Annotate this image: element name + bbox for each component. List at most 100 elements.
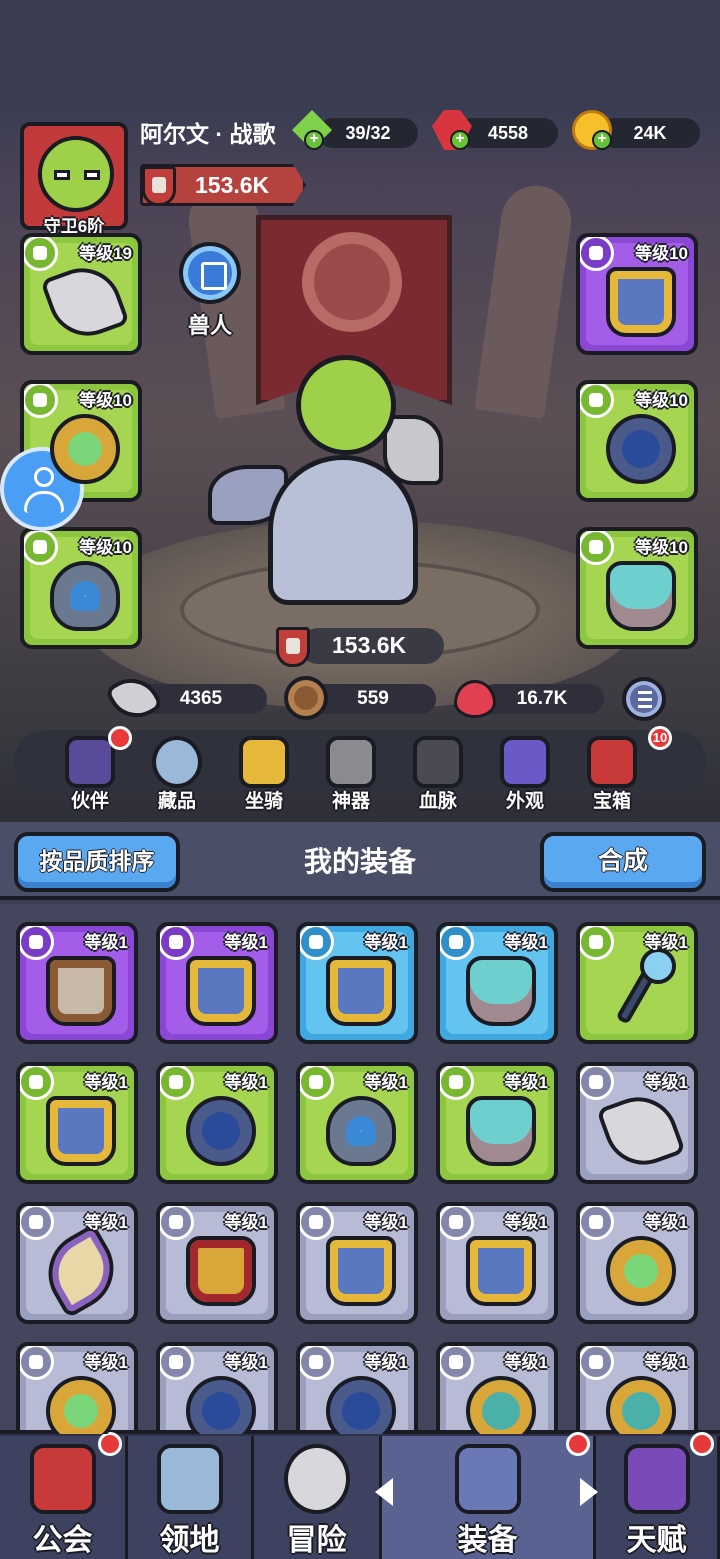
inventory-item[interactable]: 等级1 (16, 922, 138, 1044)
companion-icon (65, 736, 115, 788)
nav-tab-helmet[interactable]: 装备 (382, 1436, 596, 1559)
item-type-icon (300, 926, 334, 960)
menu-item-artifact[interactable]: 神器 (309, 730, 393, 820)
slot-level: 等级1 (224, 1213, 268, 1232)
mask-icon (466, 1096, 536, 1166)
item-type-icon (440, 1206, 474, 1240)
item-type-icon (20, 1066, 54, 1100)
equipped-slot-armor[interactable]: 等级10 (576, 233, 698, 355)
inventory-panel: 按品质排序 我的装备 合成 等级1 等级1 等级1 等级1 等级1 等级1 等级1 等级1 等级… (0, 822, 720, 1434)
orc-face-icon (38, 136, 114, 212)
gold-counter: 24K (600, 118, 700, 148)
item-type-icon (160, 1346, 194, 1380)
slot-level: 等级1 (364, 1353, 408, 1372)
inventory-item[interactable]: 等级1 (296, 1202, 418, 1324)
item-type-icon (580, 1066, 614, 1100)
menu-item-chest[interactable]: 宝箱 (570, 730, 654, 820)
inventory-item[interactable]: 等级1 (156, 1342, 278, 1434)
armor-gold-icon (186, 1236, 256, 1306)
stats-list-button[interactable] (622, 677, 666, 721)
menu-item-collection[interactable]: 藏品 (135, 730, 219, 820)
castle-icon (156, 1444, 223, 1514)
menu-item-appearance[interactable]: 外观 (483, 730, 567, 820)
player-name: 阿尔文 · 战歌 (140, 121, 276, 147)
armor-icon (326, 1236, 396, 1306)
slot-level: 等级19 (79, 244, 132, 263)
gem-counter: 4558 (458, 118, 558, 148)
ring-icon (606, 414, 676, 484)
defense-shield-icon (284, 676, 328, 720)
menu-item-mount[interactable]: 坐骑 (222, 730, 306, 820)
item-type-icon (440, 1346, 474, 1380)
inventory-item[interactable]: 等级1 (296, 922, 418, 1044)
energy-add-button[interactable]: + (304, 130, 324, 150)
inventory-item[interactable]: 等级1 (576, 1202, 698, 1324)
armor-icon (186, 956, 256, 1026)
slot-level: 等级1 (84, 1353, 128, 1372)
sort-by-quality-button[interactable]: 按品质排序 (14, 832, 180, 892)
nav-right-arrow-icon[interactable] (580, 1478, 598, 1506)
inventory-item[interactable]: 等级1 (576, 1062, 698, 1184)
power-shield-icon (276, 627, 310, 667)
nav-left-arrow-icon[interactable] (375, 1478, 393, 1506)
inventory-item[interactable]: 等级1 (16, 1342, 138, 1434)
menu-label: 坐骑 (244, 791, 283, 812)
slot-level: 等级10 (635, 391, 688, 410)
tunic-icon (46, 956, 116, 1026)
slot-level: 等级10 (635, 244, 688, 263)
inventory-item[interactable]: 等级1 (576, 922, 698, 1044)
equipped-slot-weapon[interactable]: 等级19 (20, 233, 142, 355)
equipped-slot-helmet[interactable]: 等级10 (576, 527, 698, 649)
inventory-item[interactable]: 等级1 (436, 1062, 558, 1184)
nav-tab-castle[interactable]: 领地 (128, 1436, 254, 1559)
inventory-item[interactable]: 等级1 (436, 1342, 558, 1434)
menu-item-bloodline[interactable]: 血脉 (396, 730, 480, 820)
slot-level: 等级1 (504, 1213, 548, 1232)
avatar-eye (84, 170, 100, 180)
slot-level: 等级1 (364, 933, 408, 952)
mask-icon (466, 956, 536, 1026)
inventory-item[interactable]: 等级1 (576, 1342, 698, 1434)
banner-emblem-icon (302, 232, 402, 332)
armor-icon (326, 956, 396, 1026)
hero-character[interactable] (208, 335, 508, 610)
slot-level: 等级10 (79, 391, 132, 410)
inventory-item[interactable]: 等级1 (156, 1202, 278, 1324)
inventory-item[interactable]: 等级1 (436, 922, 558, 1044)
equipped-slot-ring-2[interactable]: 等级10 (576, 380, 698, 502)
inventory-item[interactable]: 等级1 (156, 922, 278, 1044)
inventory-item[interactable]: 等级1 (436, 1202, 558, 1324)
hero-axe-icon (383, 415, 443, 485)
inventory-item[interactable]: 等级1 (16, 1062, 138, 1184)
nav-notification-dot (98, 1432, 122, 1456)
orc-race-icon[interactable] (179, 242, 241, 304)
nav-notification-dot (566, 1432, 590, 1456)
amulet-icon (50, 561, 120, 631)
slot-level: 等级1 (364, 1213, 408, 1232)
slot-level: 等级10 (79, 538, 132, 557)
orc-head (296, 355, 396, 455)
item-type-icon (160, 926, 194, 960)
gem-add-button[interactable]: + (450, 130, 470, 150)
equipped-slot-amulet[interactable]: 等级10 (20, 527, 142, 649)
inventory-item[interactable]: 等级1 (16, 1202, 138, 1324)
list-icon-line (638, 698, 652, 701)
slot-level: 等级1 (644, 1353, 688, 1372)
total-power: 153.6K (332, 632, 407, 658)
slot-level: 等级1 (224, 1073, 268, 1092)
nav-label: 天赋 (626, 1524, 687, 1557)
collection-icon (152, 736, 202, 788)
gold-add-button[interactable]: + (592, 130, 612, 150)
amulet-icon (326, 1096, 396, 1166)
nav-tab-crossed-axes[interactable]: 冒险 (254, 1436, 382, 1559)
inventory-item[interactable]: 等级1 (296, 1062, 418, 1184)
inventory-grid[interactable]: 等级1 等级1 等级1 等级1 等级1 等级1 等级1 等级1 等级1 等级1 等级1 等级1 等级1 等… (0, 904, 720, 1434)
ring-icon (606, 1236, 676, 1306)
energy-counter: 39/32 (318, 118, 418, 148)
inventory-item[interactable]: 等级1 (156, 1062, 278, 1184)
talent-book-icon (623, 1444, 690, 1514)
slot-level: 等级1 (84, 1073, 128, 1092)
inventory-item[interactable]: 等级1 (296, 1342, 418, 1434)
synthesize-button[interactable]: 合成 (540, 832, 706, 892)
item-type-icon (300, 1066, 334, 1100)
